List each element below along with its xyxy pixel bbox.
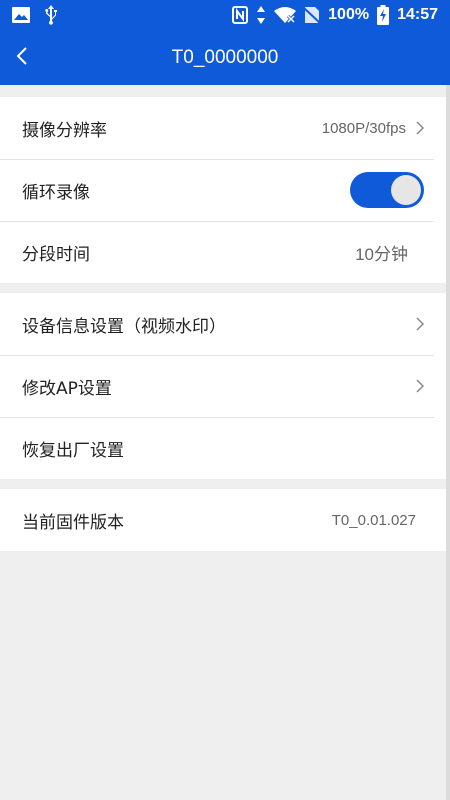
loop-recording-label: 循环录像 (22, 182, 90, 203)
resolution-value: 1080P/30fps (321, 119, 406, 137)
modify-ap-row[interactable]: 修改AP设置 (0, 355, 446, 417)
usb-icon (44, 5, 58, 25)
device-info-watermark-row[interactable]: 设备信息设置（视频水印） (0, 293, 446, 355)
settings-group-firmware: 当前固件版本 T0_0.01.027 (0, 489, 446, 551)
page-title: T0_0000000 (171, 46, 279, 68)
factory-reset-label: 恢复出厂设置 (22, 440, 124, 461)
back-button[interactable] (0, 30, 44, 85)
nav-bar: T0_0000000 (0, 30, 450, 85)
clock-time: 14:57 (397, 6, 438, 23)
resolution-label: 摄像分辨率 (22, 120, 107, 141)
settings-group-recording: 摄像分辨率 1080P/30fps 循环录像 分段时间 10分钟 (0, 97, 446, 283)
battery-charging-icon (377, 5, 390, 25)
firmware-version-row: 当前固件版本 T0_0.01.027 (0, 489, 446, 551)
scrollbar[interactable] (446, 85, 450, 800)
chevron-left-icon (16, 46, 28, 70)
segment-time-label: 分段时间 (22, 244, 90, 265)
loop-recording-row: 循环录像 (0, 159, 446, 221)
firmware-version-label: 当前固件版本 (22, 512, 124, 533)
battery-percent: 100% (328, 6, 370, 23)
wifi-no-internet-icon (274, 6, 297, 24)
data-transfer-icon (256, 6, 266, 24)
settings-group-device: 设备信息设置（视频水印） 修改AP设置 恢复出厂设置 (0, 293, 446, 479)
factory-reset-row[interactable]: 恢复出厂设置 (0, 417, 446, 479)
toggle-knob (391, 175, 421, 205)
nfc-icon (232, 6, 249, 24)
chevron-right-icon (416, 379, 424, 393)
segment-time-value: 10分钟 (355, 244, 408, 264)
resolution-row[interactable]: 摄像分辨率 1080P/30fps (0, 97, 446, 159)
no-sim-icon (304, 6, 321, 24)
chevron-right-icon (416, 317, 424, 331)
firmware-version-value: T0_0.01.027 (331, 511, 416, 529)
chevron-right-icon (416, 121, 424, 135)
segment-time-row[interactable]: 分段时间 10分钟 (0, 221, 446, 283)
status-bar: 100% 14:57 (0, 0, 450, 30)
loop-recording-toggle[interactable] (350, 172, 424, 208)
device-info-watermark-label: 设备信息设置（视频水印） (22, 316, 226, 337)
modify-ap-label: 修改AP设置 (22, 378, 112, 399)
top-bar: 100% 14:57 T0_0000000 (0, 0, 450, 85)
image-notification-icon (12, 7, 30, 23)
